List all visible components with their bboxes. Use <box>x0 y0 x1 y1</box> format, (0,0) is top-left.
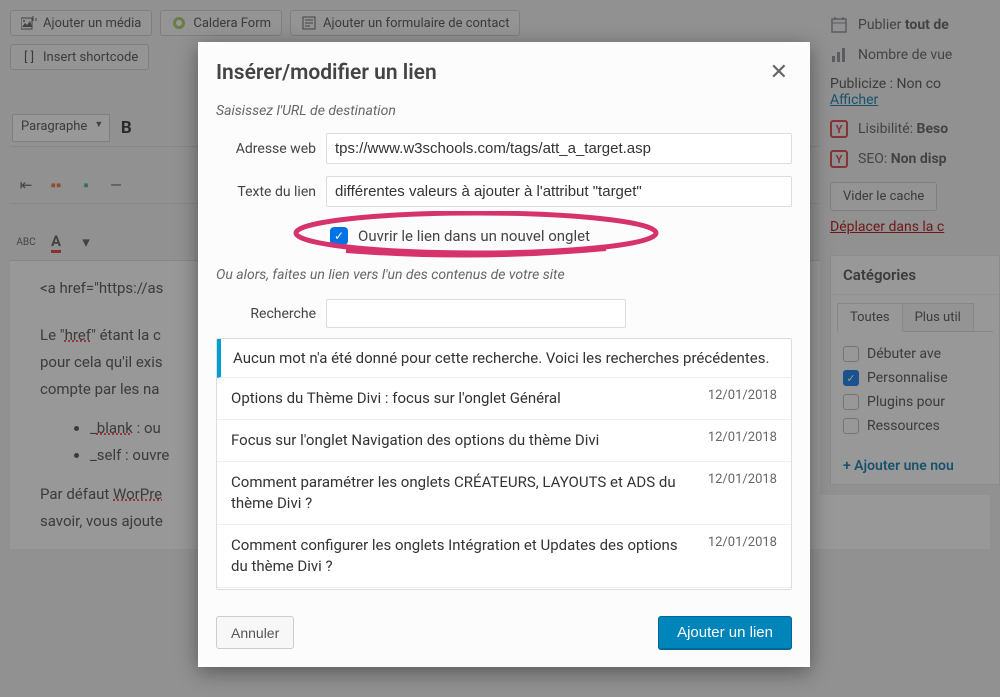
result-title: Focus sur l'onglet Navigation des option… <box>231 430 688 451</box>
result-date: 12/01/2018 <box>708 388 777 403</box>
result-date: 12/01/2018 <box>708 535 777 550</box>
search-input[interactable] <box>326 299 626 328</box>
result-title: Comment configurer les onglets Intégrati… <box>231 535 688 577</box>
result-title: Options du Thème Divi : focus sur l'ongl… <box>231 388 688 409</box>
result-item[interactable]: Comment paramétrer les onglets CRÉATEURS… <box>217 462 791 525</box>
search-label: Recherche <box>216 306 326 322</box>
results-header: Aucun mot n'a été donné pour cette reche… <box>217 339 791 378</box>
cancel-button[interactable]: Annuler <box>216 616 294 649</box>
help-text-internal: Ou alors, faites un lien vers l'un des c… <box>216 267 792 283</box>
text-label: Texte du lien <box>216 184 326 200</box>
add-link-button[interactable]: Ajouter un lien <box>658 616 792 649</box>
search-results[interactable]: Aucun mot n'a été donné pour cette reche… <box>216 338 792 590</box>
result-date: 12/01/2018 <box>708 430 777 445</box>
result-date: 12/01/2018 <box>708 472 777 487</box>
result-item[interactable]: Comment configurer les onglets Intégrati… <box>217 525 791 588</box>
url-input[interactable] <box>326 133 792 164</box>
close-icon[interactable]: ✕ <box>766 60 792 85</box>
url-label: Adresse web <box>216 141 326 157</box>
modal-footer: Annuler Ajouter un lien <box>198 603 810 667</box>
new-tab-label: Ouvrir le lien dans un nouvel onglet <box>358 227 590 245</box>
help-text-url: Saisissez l'URL de destination <box>216 103 792 119</box>
modal-body: Saisissez l'URL de destination Adresse w… <box>198 91 810 603</box>
modal-header: Insérer/modifier un lien ✕ <box>198 42 810 91</box>
result-item[interactable]: Options du Thème Divi : focus sur l'ongl… <box>217 378 791 420</box>
url-row: Adresse web <box>216 133 792 164</box>
result-title: Comment paramétrer les onglets CRÉATEURS… <box>231 472 688 514</box>
modal-title: Insérer/modifier un lien <box>216 61 437 85</box>
link-text-input[interactable] <box>326 176 792 207</box>
checkbox-checked-icon[interactable]: ✓ <box>330 227 348 245</box>
new-tab-row[interactable]: ✓ Ouvrir le lien dans un nouvel onglet <box>326 221 792 251</box>
result-item[interactable]: Focus sur l'onglet Navigation des option… <box>217 420 791 462</box>
search-row: Recherche <box>216 299 792 328</box>
text-row: Texte du lien <box>216 176 792 207</box>
insert-link-modal: Insérer/modifier un lien ✕ Saisissez l'U… <box>198 42 810 667</box>
